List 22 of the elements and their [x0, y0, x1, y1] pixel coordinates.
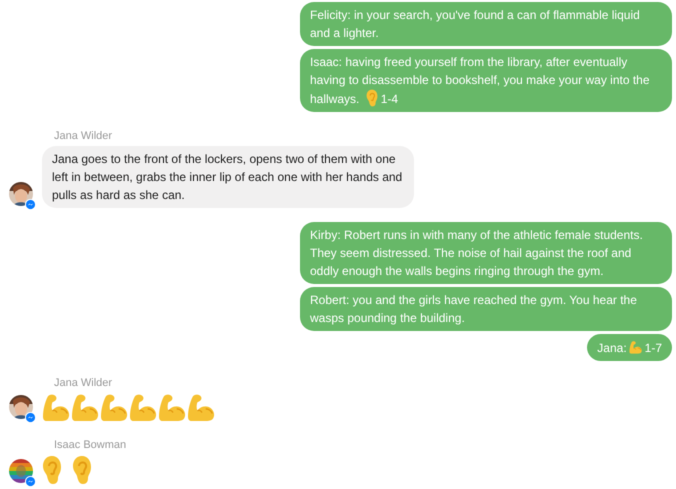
sender-name: Isaac Bowman	[53, 439, 128, 452]
ear-icon	[72, 455, 92, 485]
message-text: Jana goes to the front of the lockers, opens two of them with one left in between, grabs the inner lip of each one with her hands and pulls as hard as she can.	[52, 152, 402, 202]
flexed-biceps-icon	[71, 393, 101, 421]
message-text: Robert: you and the girls have reached the gym. You hear the wasps pounding the building.	[310, 293, 637, 325]
messenger-badge-icon	[25, 199, 36, 210]
flexed-biceps-icon	[129, 393, 159, 421]
message-text: Jana: 1-7	[597, 341, 662, 355]
ear-icon	[364, 89, 379, 107]
sender-name: Jana Wilder	[53, 130, 114, 143]
message-text: Isaac: having freed yourself from the library, after eventually having to disassemble to bookshelf, you make your way into the hallways. 1-4	[310, 55, 650, 106]
flexed-biceps-icon	[42, 393, 72, 421]
sender-name: Jana Wilder	[53, 377, 114, 390]
flexed-biceps-icon	[158, 393, 188, 421]
messenger-badge-icon	[25, 476, 36, 487]
flexed-biceps-icon	[628, 338, 643, 356]
message-text: Kirby: Robert runs in with many of the athletic female students. They seem distressed. The noise of hail against the roof and oddly enough the walls begins ringing through the gym.	[310, 228, 643, 278]
messenger-badge-icon	[25, 412, 36, 423]
ear-icon	[42, 455, 62, 485]
flexed-biceps-icon	[187, 393, 217, 421]
message-text: Felicity: in your search, you've found a can of flammable liquid and a lighter.	[310, 8, 640, 40]
flexed-biceps-icon	[100, 393, 130, 421]
